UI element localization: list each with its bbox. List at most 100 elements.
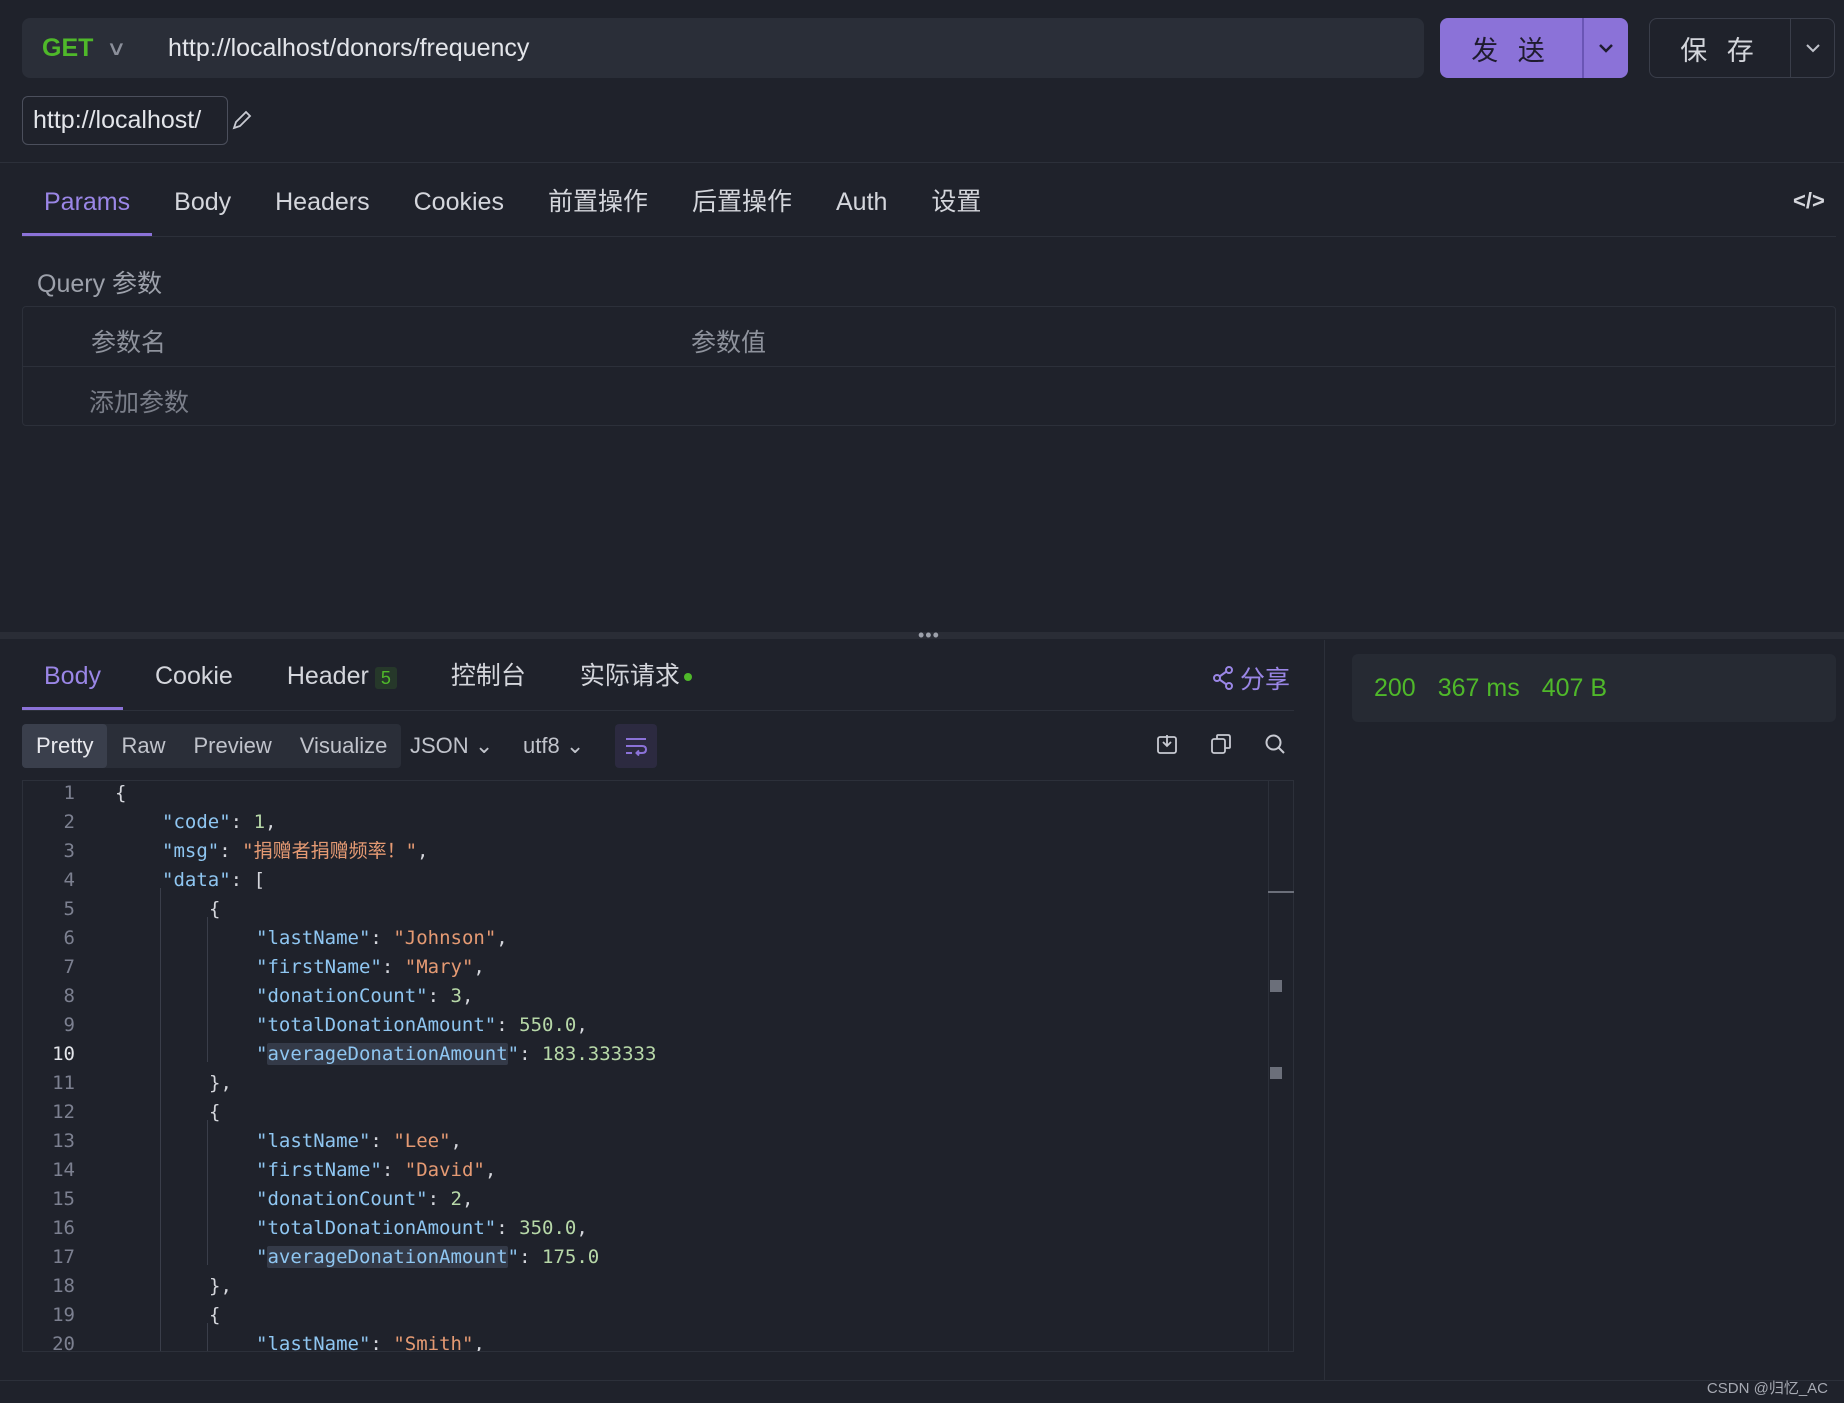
code-line: 20 "lastName": "Smith", [23, 1330, 1263, 1351]
code-text: { [209, 898, 221, 920]
code-text: "totalDonationAmount": 350.0, [256, 1217, 588, 1239]
line-number: 19 [52, 1304, 75, 1326]
tab-console[interactable]: 控制台 [429, 650, 548, 710]
chevron-down-icon: ⌄ [474, 733, 494, 758]
save-dropdown-chevron-icon[interactable] [1790, 19, 1834, 77]
code-line: 6 "lastName": "Johnson", [23, 924, 1263, 953]
tab-response-header-label: Header [286, 662, 369, 690]
code-line: 12 { [23, 1098, 1263, 1127]
line-number: 16 [52, 1217, 75, 1239]
tab-headers[interactable]: Headers [253, 180, 392, 236]
code-text: }, [209, 1275, 232, 1297]
view-raw[interactable]: Raw [107, 724, 179, 768]
code-text: "donationCount": 2, [256, 1188, 474, 1210]
line-number: 7 [63, 956, 75, 978]
base-url-field[interactable]: http://localhost/ [22, 96, 228, 145]
code-text: "totalDonationAmount": 550.0, [256, 1014, 588, 1036]
response-code-editor[interactable]: 1 {2 "code": 1, 3 "msg": "捐赠者捐赠频率！", 4 "data":… [22, 780, 1294, 1352]
view-preview[interactable]: Preview [179, 724, 285, 768]
chevron-down-icon[interactable]: ∨ [106, 36, 126, 61]
divider [0, 162, 1844, 163]
edit-icon[interactable] [230, 108, 254, 139]
send-button-group[interactable]: 发 送 [1440, 18, 1628, 78]
code-text: "averageDonationAmount": 183.333333 [256, 1043, 657, 1065]
code-text: "averageDonationAmount": 175.0 [256, 1246, 600, 1268]
url-bar[interactable]: GET ∨ http://localhost/donors/frequency [22, 18, 1424, 78]
send-button[interactable]: 发 送 [1440, 18, 1582, 78]
encoding-select[interactable]: utf8 ⌄ [523, 724, 584, 768]
view-visualize[interactable]: Visualize [286, 724, 402, 768]
scrollbar-thumb[interactable] [1268, 891, 1294, 893]
response-time: 367 ms [1437, 673, 1520, 702]
tabs-underline [22, 236, 1836, 237]
code-line: 15 "donationCount": 2, [23, 1185, 1263, 1214]
tab-post-request[interactable]: 后置操作 [670, 180, 814, 236]
tab-response-header[interactable]: Header 5 [265, 650, 419, 710]
tab-cookies[interactable]: Cookies [392, 180, 526, 236]
tab-actual-request-label: 实际请求 [579, 662, 680, 690]
code-text: "donationCount": 3, [256, 985, 474, 1007]
add-param-input[interactable]: 添加参数 [89, 383, 189, 419]
tab-pre-request[interactable]: 前置操作 [526, 180, 670, 236]
line-number: 2 [63, 811, 75, 833]
code-line: 7 "firstName": "Mary", [23, 953, 1263, 982]
response-tabs: Body Cookie Header 5 控制台 实际请求 [22, 650, 724, 710]
code-text: "code": 1, [162, 811, 277, 833]
editor-scrollbar[interactable] [1268, 780, 1269, 1352]
code-line: 11}, [23, 1069, 1263, 1098]
line-number: 1 [63, 782, 75, 804]
code-line: 8 "donationCount": 3, [23, 982, 1263, 1011]
word-wrap-icon[interactable] [615, 724, 657, 768]
encoding-value: utf8 [523, 733, 560, 758]
tab-response-body[interactable]: Body [22, 650, 123, 710]
line-number: 3 [63, 840, 75, 862]
drag-handle-icon[interactable]: ••• [918, 625, 940, 646]
save-button[interactable]: 保 存 [1650, 19, 1790, 77]
share-label: 分享 [1240, 666, 1291, 694]
response-tabs-underline [22, 710, 1294, 711]
code-line: 3 "msg": "捐赠者捐赠频率！", [23, 837, 1263, 866]
tab-actual-request[interactable]: 实际请求 [558, 650, 714, 710]
format-value: JSON [410, 733, 469, 758]
copy-icon[interactable] [1207, 730, 1235, 758]
line-number: 9 [63, 1014, 75, 1036]
url-input[interactable]: http://localhost/donors/frequency [168, 34, 529, 63]
tab-params[interactable]: Params [22, 180, 153, 236]
status-code: 200 [1374, 673, 1416, 702]
tab-auth[interactable]: Auth [814, 180, 909, 236]
code-text: "firstName": "Mary", [256, 956, 485, 978]
param-value-header: 参数值 [691, 329, 767, 357]
format-select[interactable]: JSON ⌄ [410, 724, 493, 768]
code-line: 17 "averageDonationAmount": 175.0 [23, 1243, 1263, 1272]
response-size: 407 B [1541, 673, 1608, 702]
view-pretty[interactable]: Pretty [22, 724, 108, 768]
response-side-divider [1324, 640, 1325, 1380]
code-line: 4 "data": [ [23, 866, 1263, 895]
code-text: "msg": "捐赠者捐赠频率！", [162, 840, 429, 862]
code-line: 18}, [23, 1272, 1263, 1301]
code-line: 14 "firstName": "David", [23, 1156, 1263, 1185]
code-text: { [209, 1304, 221, 1326]
chevron-down-icon: ⌄ [565, 733, 585, 758]
code-text: { [209, 1101, 221, 1123]
tab-response-cookie[interactable]: Cookie [133, 650, 255, 710]
code-line: 19 { [23, 1301, 1263, 1330]
status-dot-icon [683, 673, 692, 682]
code-icon[interactable]: </> [1793, 188, 1825, 214]
download-icon[interactable] [1153, 730, 1181, 758]
code-line: 2 "code": 1, [23, 808, 1263, 837]
save-button-group[interactable]: 保 存 [1649, 18, 1835, 78]
send-dropdown-chevron-icon[interactable] [1582, 18, 1628, 78]
search-icon[interactable] [1261, 730, 1289, 758]
method-select[interactable]: GET [42, 34, 93, 63]
line-number: 17 [52, 1246, 75, 1268]
tab-body[interactable]: Body [152, 180, 253, 236]
line-number: 6 [63, 927, 75, 949]
indent-guide [207, 1120, 208, 1265]
query-params-title: Query 参数 [37, 270, 163, 298]
line-number: 18 [52, 1275, 75, 1297]
tab-settings[interactable]: 设置 [909, 180, 1003, 236]
line-number: 8 [63, 985, 75, 1007]
indent-guide [207, 917, 208, 1062]
share-button[interactable]: 分享 [1212, 660, 1290, 696]
